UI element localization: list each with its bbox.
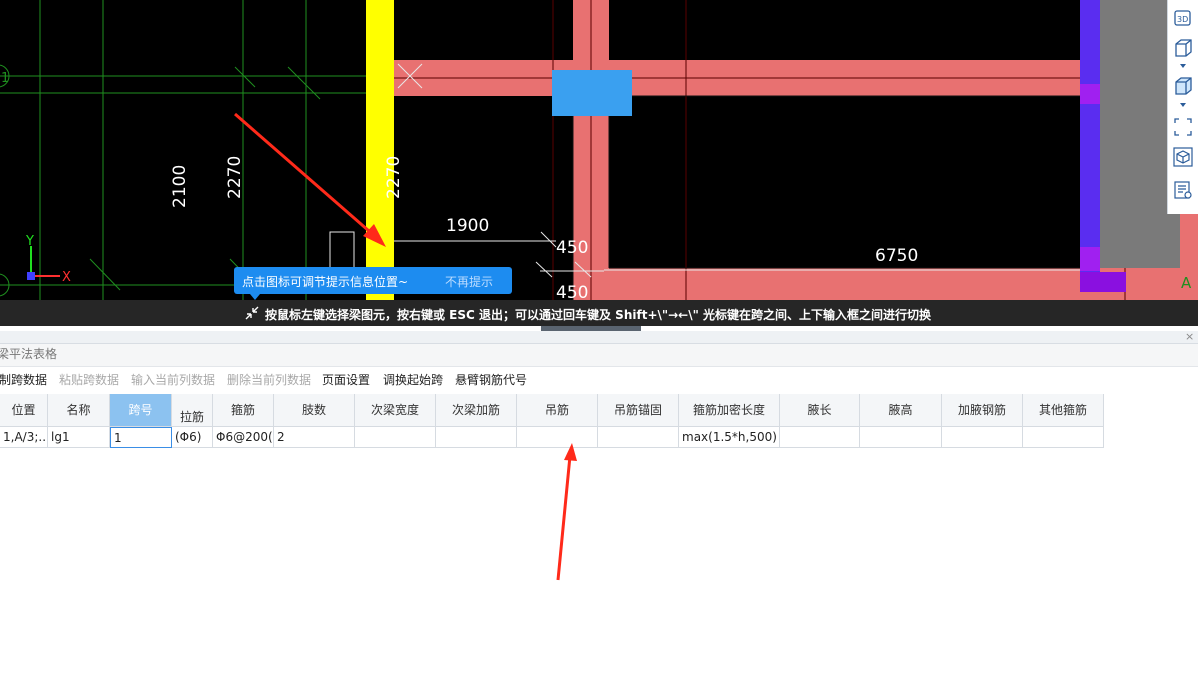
table-cell-hanger-anchor[interactable] — [598, 427, 679, 448]
table-cell-haunch-height[interactable] — [860, 427, 942, 448]
box-view-dropdown-icon[interactable] — [1180, 64, 1186, 68]
table-cell-haunch-rebar[interactable] — [942, 427, 1023, 448]
cad-drawing[interactable]: 1900 450 450 6750 2100 2270 2270 1 4 A Y… — [0, 0, 1198, 300]
column-node-bottom[interactable] — [1080, 247, 1100, 271]
page-setup-button[interactable]: 页面设置 — [322, 368, 370, 392]
col-header-other-stirrup[interactable]: 其他箍筋 — [1023, 394, 1104, 427]
col-header-span-no[interactable]: 跨号 — [110, 394, 172, 427]
dimension-6750: 6750 — [875, 246, 918, 266]
table-cell-name[interactable]: lg1 — [48, 427, 110, 448]
axis-label-1: 1 — [1, 71, 9, 86]
copy-span-data-button[interactable]: 制跨数据 — [0, 368, 47, 392]
close-icon[interactable]: × — [1185, 330, 1194, 343]
3d-view-icon[interactable]: 3D — [1173, 8, 1193, 28]
box-shaded-icon[interactable] — [1173, 76, 1193, 96]
paste-span-data-button[interactable]: 粘贴跨数据 — [59, 368, 119, 392]
box-shaded-dropdown-icon[interactable] — [1180, 103, 1186, 107]
svg-text:3D: 3D — [1177, 15, 1188, 24]
cad-drawing-canvas[interactable]: 1900 450 450 6750 2100 2270 2270 1 4 A Y… — [0, 0, 1198, 300]
col-header-hanger[interactable]: 吊筋 — [517, 394, 598, 427]
table-cell-span-no[interactable]: 1 — [110, 427, 172, 448]
table-cell-secondary-rebar[interactable] — [436, 427, 517, 448]
axis-label-a: A — [1181, 274, 1192, 292]
box-view-icon[interactable] — [1173, 38, 1193, 58]
axis-x-label: X — [62, 270, 71, 285]
collapse-arrows-icon[interactable] — [244, 305, 260, 321]
table-cell-secondary-width[interactable] — [355, 427, 436, 448]
column-purple[interactable] — [1080, 0, 1100, 275]
annotation-arrow-icon — [234, 112, 386, 247]
hint-dismiss-link[interactable]: 不再提示 — [445, 273, 493, 290]
col-header-secondary-rebar[interactable]: 次梁加筋 — [436, 394, 517, 427]
beam-group[interactable] — [390, 0, 1198, 300]
dimension-lines — [329, 63, 1080, 285]
col-header-tie-bar[interactable]: 拉筋 — [172, 394, 213, 427]
select-region-icon[interactable] — [1173, 117, 1193, 137]
panel-title-bar: 梁平法表格 — [0, 344, 1198, 367]
dimension-2100: 2100 — [170, 165, 190, 208]
column-node-extension[interactable] — [1080, 272, 1126, 292]
beam-outlines — [390, 0, 1198, 300]
table-cell-other-stirrup[interactable] — [1023, 427, 1104, 448]
dimension-1900: 1900 — [446, 216, 489, 236]
swap-start-span-button[interactable]: 调换起始跨 — [383, 368, 443, 392]
col-header-stirrup[interactable]: 箍筋 — [213, 394, 274, 427]
col-header-hanger-anchor[interactable]: 吊筋锚固 — [598, 394, 679, 427]
property-sheet-icon[interactable] — [1173, 180, 1193, 200]
cantilever-rebar-code-button[interactable]: 悬臂钢筋代号 — [455, 368, 527, 392]
col-header-name[interactable]: 名称 — [48, 394, 110, 427]
table-cell-densify-length[interactable]: max(1.5*h,500) — [679, 427, 780, 448]
col-header-haunch-rebar[interactable]: 加腋钢筋 — [942, 394, 1023, 427]
panel-toolbar: 制跨数据 粘贴跨数据 输入当前列数据 删除当前列数据 页面设置 调换起始跨 悬臂… — [0, 368, 1198, 392]
col-header-legs[interactable]: 肢数 — [274, 394, 355, 427]
table-cell-stirrup[interactable]: Φ6@200( — [213, 427, 274, 448]
panel-title: 梁平法表格 — [0, 347, 58, 361]
table-cell-haunch-length[interactable] — [780, 427, 860, 448]
cube-icon[interactable] — [1173, 147, 1193, 167]
panel-header-strip — [0, 331, 1198, 344]
col-header-position[interactable]: 位置 — [0, 394, 48, 427]
col-header-haunch-length[interactable]: 腋长 — [780, 394, 860, 427]
annotation-arrow-icon — [556, 443, 577, 581]
dimension-450-upper: 450 — [556, 238, 588, 258]
hint-text: 点击图标可调节提示信息位置~ — [242, 275, 409, 289]
delete-column-data-button[interactable]: 删除当前列数据 — [227, 368, 311, 392]
input-column-data-button[interactable]: 输入当前列数据 — [131, 368, 215, 392]
dimension-2270-left: 2270 — [225, 156, 245, 199]
column-node-top[interactable] — [1080, 84, 1100, 104]
dimension-450-lower: 450 — [556, 283, 588, 300]
dimension-2270-right: 2270 — [384, 156, 404, 199]
status-bar: 按鼠标左键选择梁图元，按右键或 ESC 退出；可以通过回车键及 Shift+\"… — [0, 300, 1198, 326]
col-header-densify-length[interactable]: 箍筋加密长度 — [679, 394, 780, 427]
column-blue[interactable] — [552, 70, 632, 116]
table-cell-position[interactable]: 1,A/3;... — [0, 427, 48, 448]
ucs-axes-icon: Y X — [25, 234, 71, 285]
view-toolbar: 3D — [1167, 0, 1198, 214]
selected-beam[interactable] — [366, 0, 394, 300]
table-cell-legs[interactable]: 2 — [274, 427, 355, 448]
axis-y-label: Y — [25, 234, 34, 249]
col-header-secondary-width[interactable]: 次梁宽度 — [355, 394, 436, 427]
status-message: 按鼠标左键选择梁图元，按右键或 ESC 退出；可以通过回车键及 Shift+\"… — [265, 308, 932, 322]
hint-bubble[interactable]: 点击图标可调节提示信息位置~ 不再提示 — [234, 267, 512, 300]
table-cell-tie-bar[interactable]: (Φ6) — [172, 427, 213, 448]
col-header-haunch-height[interactable]: 腋高 — [860, 394, 942, 427]
